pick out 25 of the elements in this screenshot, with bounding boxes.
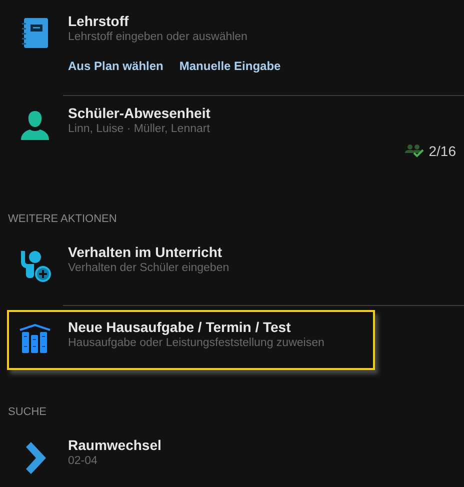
action-link[interactable]: Manuelle Eingabe bbox=[179, 59, 281, 73]
item-title: Neue Hausaufgabe / Termin / Test bbox=[68, 318, 292, 336]
item-subtitle: Lehrstoff eingeben oder auswählen bbox=[68, 30, 248, 45]
bookshelf-icon bbox=[19, 324, 51, 354]
item-subtitle: Hausaufgabe oder Leistungsfeststellung zuweisen bbox=[68, 336, 326, 351]
list-item[interactable]: Neue Hausaufgabe / Termin / Test Hausaufgabe oder Leistungsfeststellung zuweisen bbox=[7, 310, 375, 370]
people-check-icon bbox=[404, 144, 425, 158]
item-subtitle: Linn, Luise · Müller, Lennart bbox=[68, 122, 211, 137]
item-subtitle: Verhalten der Schüler eingeben bbox=[68, 261, 230, 276]
section-header: WEITERE AKTIONEN bbox=[7, 212, 118, 227]
absence-count: 2/16 bbox=[428, 143, 456, 159]
item-subtitle: 02-04 bbox=[68, 454, 98, 469]
item-title: Verhalten im Unterricht bbox=[68, 243, 224, 261]
person-icon bbox=[20, 110, 50, 140]
action-link[interactable]: Aus Plan wählen bbox=[68, 59, 164, 73]
item-title: Schüler-Abwesenheit bbox=[68, 104, 212, 122]
chevron-icon bbox=[24, 442, 46, 474]
item-title: Raumwechsel bbox=[68, 436, 162, 454]
list-item[interactable]: Lehrstoff Lehrstoff eingeben oder auswählen Aus Plan wählen Manuelle Eingabe bbox=[7, 8, 375, 89]
list-item[interactable]: Raumwechsel 02-04 bbox=[7, 432, 375, 487]
list-item[interactable]: Verhalten im Unterricht Verhalten der Schüler eingeben bbox=[7, 239, 375, 299]
item-title: Lehrstoff bbox=[68, 12, 130, 30]
section-header: SUCHE bbox=[7, 405, 48, 420]
raised-hand-plus-icon bbox=[18, 249, 52, 283]
notebook-icon bbox=[22, 18, 48, 48]
